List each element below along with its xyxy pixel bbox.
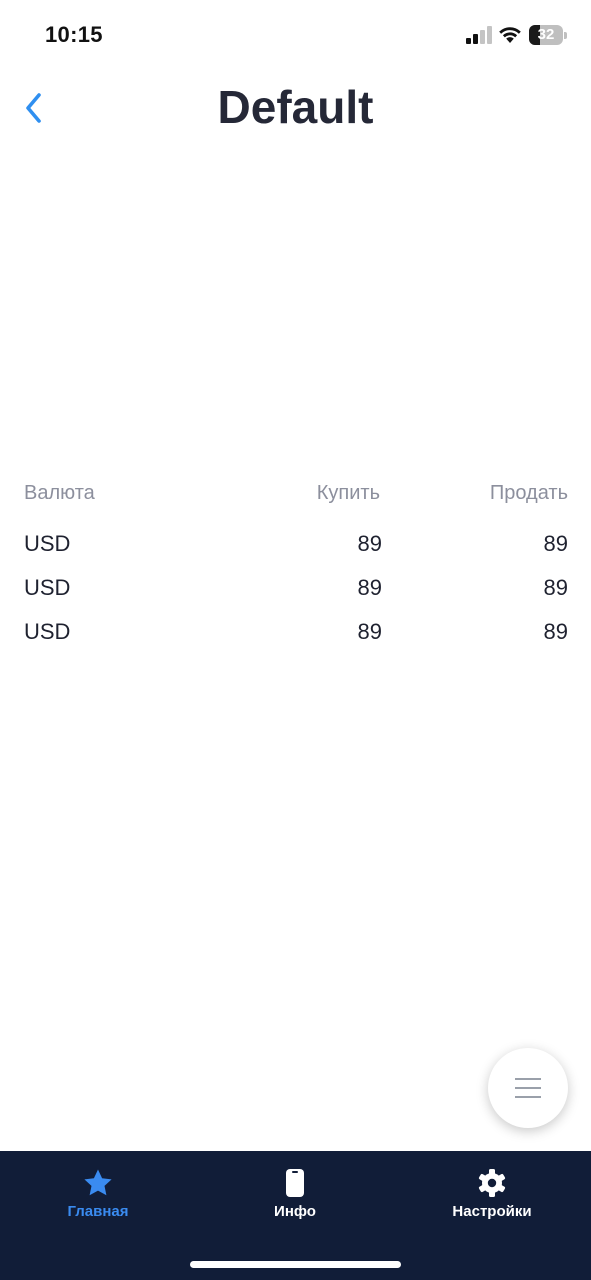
menu-fab-button[interactable] xyxy=(488,1048,568,1128)
tab-info[interactable]: Инфо xyxy=(215,1168,375,1228)
table-row: USD 89 89 xyxy=(24,575,568,619)
status-bar: 10:15 32 xyxy=(0,0,591,70)
column-header-buy: Купить xyxy=(316,482,380,504)
buy-rate-cell: 89 xyxy=(357,531,382,556)
tab-settings[interactable]: Настройки xyxy=(412,1168,572,1228)
star-icon xyxy=(84,1169,112,1196)
phone-icon xyxy=(286,1169,304,1197)
sell-rate-cell: 89 xyxy=(543,619,568,644)
sell-rate-cell: 89 xyxy=(543,531,568,556)
rates-table-header: Валюта Купить Продать xyxy=(24,482,568,512)
rates-table: Валюта Купить Продать USD 89 89 USD 89 8… xyxy=(24,482,568,663)
menu-icon xyxy=(515,1078,541,1098)
battery-icon: 32 xyxy=(529,25,567,45)
battery-level: 32 xyxy=(537,26,555,43)
tab-home[interactable]: Главная xyxy=(18,1168,178,1228)
wifi-icon xyxy=(499,27,521,43)
table-row: USD 89 89 xyxy=(24,531,568,575)
currency-cell: USD xyxy=(24,575,71,600)
gear-icon xyxy=(478,1169,506,1197)
column-header-currency: Валюта xyxy=(24,482,95,504)
table-row: USD 89 89 xyxy=(24,619,568,663)
status-time: 10:15 xyxy=(45,22,103,47)
buy-rate-cell: 89 xyxy=(357,619,382,644)
buy-rate-cell: 89 xyxy=(357,575,382,600)
page-title: Default xyxy=(217,81,374,133)
tab-settings-label: Настройки xyxy=(452,1203,532,1220)
tab-bar: Главная Инфо Настройки xyxy=(0,1151,591,1280)
sell-rate-cell: 89 xyxy=(543,575,568,600)
column-header-sell: Продать xyxy=(489,482,568,504)
home-indicator xyxy=(190,1261,401,1268)
cellular-signal-icon xyxy=(466,26,492,44)
tab-info-label: Инфо xyxy=(274,1203,316,1220)
tab-home-label: Главная xyxy=(67,1203,129,1220)
currency-cell: USD xyxy=(24,619,71,644)
currency-cell: USD xyxy=(24,531,71,556)
